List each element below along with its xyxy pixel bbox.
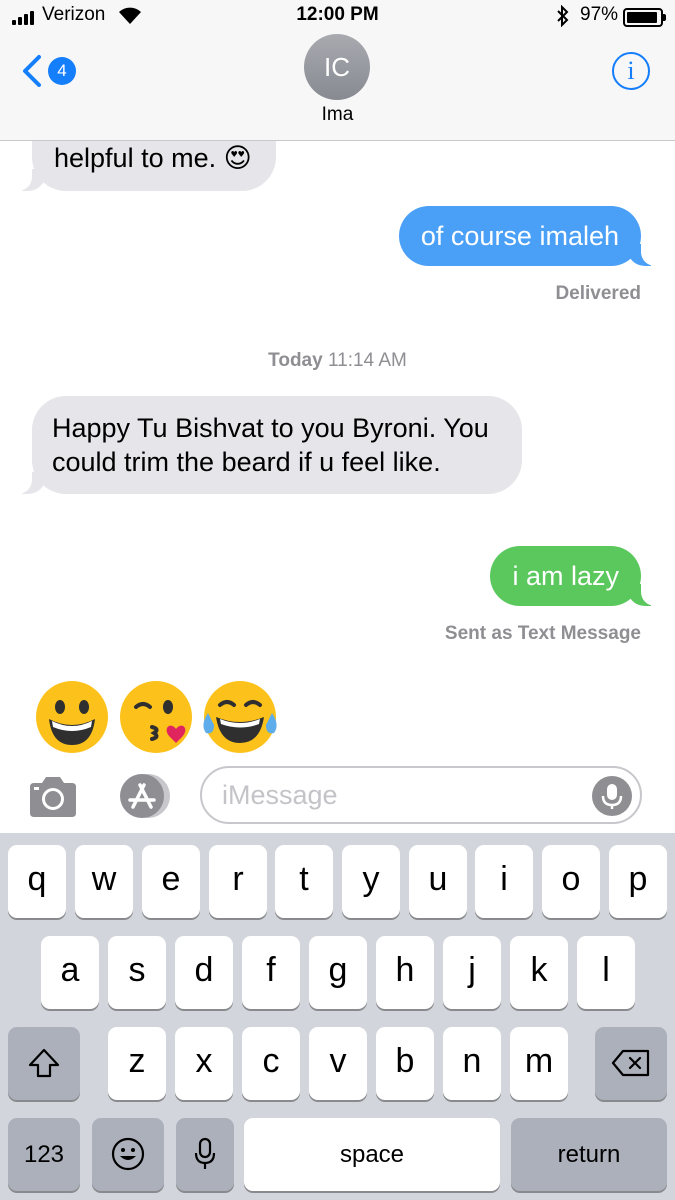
camera-icon[interactable] (26, 775, 80, 819)
key-j[interactable]: j (443, 936, 501, 1009)
kissing-heart-emoji-icon (120, 681, 192, 753)
app-store-icon[interactable] (112, 771, 172, 821)
key-y[interactable]: y (342, 845, 400, 918)
incoming-message[interactable]: helpful to me. 😍 (12, 141, 276, 191)
key-x[interactable]: x (175, 1027, 233, 1100)
emoji-icon (111, 1137, 145, 1171)
message-text: of course imaleh (420, 221, 619, 251)
keyboard: q w e r t y u i o p a s d f g h j k l z … (0, 833, 675, 1200)
key-a[interactable]: a (41, 936, 99, 1009)
clock: 12:00 PM (296, 4, 379, 25)
compose-bar: iMessage (0, 761, 675, 833)
microphone-icon (194, 1137, 216, 1170)
message-timestamp: Today 11:14 AM (0, 350, 675, 372)
key-r[interactable]: r (209, 845, 267, 918)
battery-icon (623, 8, 666, 27)
key-o[interactable]: o (542, 845, 600, 918)
key-s[interactable]: s (108, 936, 166, 1009)
shift-key[interactable] (8, 1027, 80, 1100)
key-d[interactable]: d (175, 936, 233, 1009)
key-h[interactable]: h (376, 936, 434, 1009)
key-n[interactable]: n (443, 1027, 501, 1100)
incoming-message[interactable]: Happy Tu Bishvat to you Byroni. You coul… (12, 396, 522, 494)
key-g[interactable]: g (309, 936, 367, 1009)
key-e[interactable]: e (142, 845, 200, 918)
message-input[interactable]: iMessage (200, 766, 642, 824)
battery-percentage: 97% (580, 4, 619, 25)
key-w[interactable]: w (75, 845, 133, 918)
dictation-key[interactable] (176, 1118, 234, 1191)
outgoing-message[interactable]: i am lazy (490, 546, 661, 606)
timestamp-time: 11:14 AM (327, 350, 407, 371)
backspace-icon (611, 1049, 650, 1077)
message-input-placeholder: iMessage (222, 780, 338, 810)
key-p[interactable]: p (609, 845, 667, 918)
key-l[interactable]: l (577, 936, 635, 1009)
delete-key[interactable] (595, 1027, 667, 1100)
key-m[interactable]: m (510, 1027, 568, 1100)
message-thread[interactable]: helpful to me. 😍 of course imaleh Delive… (0, 141, 675, 761)
back-button[interactable]: 4 (20, 54, 80, 90)
key-z[interactable]: z (108, 1027, 166, 1100)
key-i[interactable]: i (475, 845, 533, 918)
space-key[interactable]: space (244, 1118, 500, 1191)
emoji-message[interactable]: 😀😘😂 (34, 679, 280, 755)
unread-count-badge: 4 (48, 57, 76, 85)
bluetooth-icon (557, 5, 569, 27)
key-c[interactable]: c (242, 1027, 300, 1100)
delivery-status: Sent as Text Message (444, 623, 641, 644)
emoji-key[interactable] (92, 1118, 164, 1191)
message-text: Happy Tu Bishvat to you Byroni. You coul… (52, 413, 489, 477)
contact-avatar[interactable]: IC (304, 34, 370, 100)
key-v[interactable]: v (309, 1027, 367, 1100)
key-f[interactable]: f (242, 936, 300, 1009)
timestamp-day: Today (268, 350, 323, 371)
message-text: helpful to me. 😍 (54, 143, 252, 173)
return-key[interactable]: return (511, 1118, 667, 1191)
key-k[interactable]: k (510, 936, 568, 1009)
outgoing-message[interactable]: of course imaleh (398, 206, 661, 266)
shift-icon (28, 1048, 60, 1078)
delivery-status: Delivered (555, 283, 641, 304)
contact-name[interactable]: Ima (0, 104, 675, 126)
tears-of-joy-emoji-icon (203, 681, 277, 753)
key-b[interactable]: b (376, 1027, 434, 1100)
key-u[interactable]: u (409, 845, 467, 918)
grinning-face-emoji-icon (36, 681, 108, 753)
chevron-left-icon (23, 55, 41, 87)
dictation-button[interactable] (592, 776, 632, 816)
info-button[interactable]: i (612, 52, 650, 90)
status-bar: Verizon 12:00 PM 97% (0, 0, 675, 34)
key-t[interactable]: t (275, 845, 333, 918)
info-icon: i (627, 56, 635, 85)
microphone-icon (601, 784, 623, 809)
conversation-header: Verizon 12:00 PM 97% 4 IC Ima i (0, 0, 675, 141)
message-text: i am lazy (512, 561, 619, 591)
key-q[interactable]: q (8, 845, 66, 918)
numbers-key[interactable]: 123 (8, 1118, 80, 1191)
